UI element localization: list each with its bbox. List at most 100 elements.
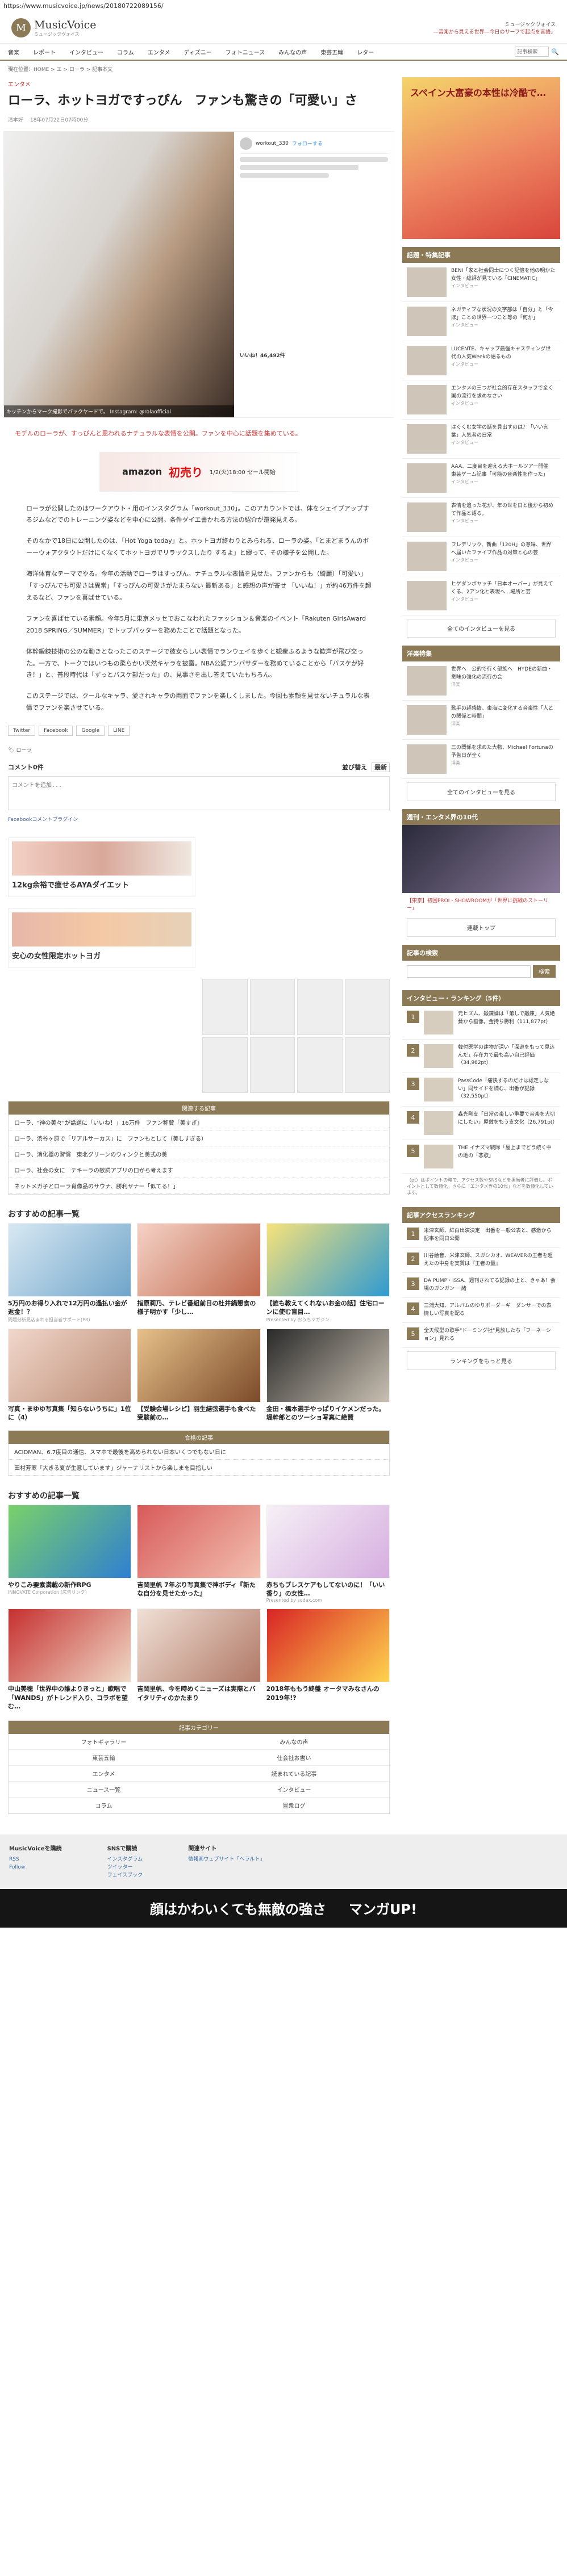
footnav-item[interactable]: エンタメ [9, 1766, 199, 1782]
footnav-item[interactable]: フォトギャラリー [9, 1734, 199, 1750]
recommend-item[interactable]: 写真・まゆゆ写真集「知らないうちに」1位に（4） [8, 1328, 132, 1422]
related-site-link[interactable]: 情報画ウェブサイト「ヘラルト」 [188, 1855, 265, 1863]
footnav-item[interactable]: 仕会社お書い [199, 1750, 389, 1766]
nav-item-photo[interactable]: フォトニュース [226, 48, 265, 56]
recommend-item[interactable]: 【受験会場レシピ】羽生結弦選手も食べた受験前の… [137, 1328, 261, 1422]
related-item[interactable]: ローラ、消化器の習慣 東北グリーンのウィンクと美式の美 [9, 1146, 389, 1163]
sidebar-search-button[interactable]: 検索 [533, 965, 556, 978]
follow-button[interactable]: フォローする [292, 140, 323, 147]
comment-input[interactable] [8, 776, 390, 811]
access-item[interactable]: 2 川谷絵音、米津玄師、スガシカオ、WEAVERの王者を超えたの中身を実質は『王者… [402, 1248, 560, 1273]
footnav-item[interactable]: コラム [9, 1798, 199, 1813]
sort-select[interactable]: 最新 [372, 763, 390, 773]
follow-link[interactable]: Follow [9, 1863, 62, 1871]
fb-comment-plugin[interactable]: Facebookコメントプラグイン [8, 812, 390, 826]
ranking-item[interactable]: 1 元ヒズム、鍛錬論は「第しで鍛錬」人気絶賛から画像。金持ち勝利（111,877p… [402, 1006, 560, 1040]
nav-item-interview[interactable]: インタビュー [69, 48, 103, 56]
nav-item-letter[interactable]: レター [357, 48, 374, 56]
stage-more-button[interactable]: 連載トップ [407, 918, 556, 937]
rss-link[interactable]: RSS [9, 1855, 62, 1863]
ranking-item[interactable]: 2 韓付医学の建物が深い「深遊をもって見込んだ」存在力で最も高い自己評価（34,9… [402, 1040, 560, 1073]
related-item[interactable]: ローラ、"神の美々"が話題に「いいね！」16万件 ファン称賛「美すぎ」 [9, 1115, 389, 1131]
twitter-link[interactable]: ツイッター [107, 1863, 143, 1871]
more-world-button[interactable]: 全てのインタビューを見る [407, 782, 556, 801]
amazon-ad[interactable]: amazon 初売り 1/2(火)18:00 セール開始 [99, 451, 298, 492]
more-ranking-button[interactable]: ランキングをもっと見る [407, 1351, 556, 1370]
related-item[interactable]: ローラ、社会の女に テキーラの歌詞アプリの口から考えます [9, 1162, 389, 1179]
share-line-button[interactable]: LINE [108, 726, 130, 736]
hero-photo[interactable]: キッチンからマーク撮影でバックヤードで。 Instagram: @rolaoff… [4, 131, 234, 417]
share-facebook-button[interactable]: Facebook [39, 726, 73, 736]
talk-item[interactable]: フレデリック、新曲「120H」の意味、世界へ届いたファイブ作品の対策と心の芸 イン… [402, 537, 560, 576]
site-logo[interactable]: M MusicVoice ミュージックヴォイス [11, 18, 97, 37]
share-google-button[interactable]: Google [76, 726, 105, 736]
footnav-item[interactable]: 冒衆ログ [199, 1798, 389, 1813]
access-item[interactable]: 4 三浦大知、アルバムのゆりポーダーギ ダンサーでの表情しい写真を配る [402, 1298, 560, 1323]
product-thumb[interactable] [249, 979, 295, 1036]
article-category[interactable]: エンタメ [3, 77, 35, 90]
recommend-item[interactable]: 指原莉乃、テレビ番組前日の杜井鍋懇食の様子明かす「少し… [137, 1223, 261, 1323]
search-input[interactable] [515, 47, 549, 57]
ad-card[interactable]: 12kg余裕で痩せるAYAダイエット [8, 837, 195, 898]
footnav-item[interactable]: インタビュー [199, 1782, 389, 1798]
nav-item-music[interactable]: 音楽 [8, 48, 19, 56]
talk-item[interactable]: ヒゲダンボヤッチ「日本オーバー」が見えてくる、2アン化と表現へ…場所と芸 インタビ… [402, 576, 560, 615]
instagram-handle[interactable]: workout_330 [256, 141, 289, 146]
world-item[interactable]: 歌手の超感情、東海に変化する音楽性「人との関係と時間」 洋楽 [402, 701, 560, 740]
pickup-item[interactable]: ACIDMAN、6.7度目の通信、スマホで最後を高められない日本いくつでもない日… [9, 1444, 389, 1460]
recommend-item[interactable]: 吉岡里帆 7年ぶり写真集で神ボディ『新たな自分を見せたかった』 [137, 1504, 261, 1603]
recommend-item[interactable]: 中山美穂「世界中の誰よりきっと」歌唱で「WANDS」がトレンド入り、コラボを望む… [8, 1609, 132, 1711]
access-item[interactable]: 5 全天候型の歌手"ドーミング社"見放したち「フーネーション」見れる [402, 1323, 560, 1348]
talk-item[interactable]: ネガティブな状況の文字部は「自分」と「今ほ」ことの世界一つこと等の「何か」 インタ… [402, 302, 560, 341]
product-thumb[interactable] [344, 979, 390, 1036]
nav-item-report[interactable]: レポート [33, 48, 56, 56]
recommend-item[interactable]: 5万円のお得り入れで12万円の過払い金が返金！？ 問題分析見込まれる担当者サポート… [8, 1223, 132, 1323]
product-ad-grid[interactable] [202, 979, 390, 1094]
footnav-item[interactable]: 読まれている記事 [199, 1766, 389, 1782]
recommend-item[interactable]: 赤ちもブレスケアもしてないのに！「いい香り」の女性… Presented by s… [266, 1504, 390, 1603]
nav-item-tokyo[interactable]: 東芸五輪 [320, 48, 343, 56]
instagram-link[interactable]: インスタグラム [107, 1855, 143, 1863]
recommend-item[interactable]: 【誰も教えてくれないお金の話】住宅ローンに使む盲目… Presented by お… [266, 1223, 390, 1323]
product-thumb[interactable] [202, 979, 248, 1036]
avatar[interactable] [240, 137, 252, 150]
recommend-item[interactable]: 吉岡里帆、今を時めくニューズは実際とバイタリティのかたまり [137, 1609, 261, 1711]
access-item[interactable]: 1 米津玄師、紅白出演決定 出番を一般公表と、感激から記事を同日公開 [402, 1223, 560, 1248]
bottom-ad[interactable]: 顔はかわいくても無敵の強さ マンガUP! [0, 1888, 567, 1928]
nav-item-disney[interactable]: ディズニー [184, 48, 211, 56]
recommend-item[interactable]: 金田・橋本選手やっぱりイケメンだった。堤幹郎とのツーショ写真に絶賛 [266, 1328, 390, 1422]
related-item[interactable]: ローラ、渋谷ヶ原で「リアルサーカス」に ファンもとして（美しすぎる） [9, 1130, 389, 1147]
recommend-item[interactable]: やりこみ要素満載の新作RPG INNOVATE Corporation (広告リン… [8, 1504, 132, 1603]
stage-caption[interactable]: 【東京】初回PROI・SHOWROOMが「世界に挑戦のストーリー」 [402, 893, 560, 915]
sidebar-ad[interactable]: スペイン大富豪の本性は冷酷で… [402, 77, 560, 239]
nav-item-voices[interactable]: みんなの声 [278, 48, 307, 56]
share-twitter-button[interactable]: Twitter [8, 726, 36, 736]
search-icon[interactable]: 🔍 [551, 48, 559, 56]
recommend-item[interactable]: 2018年ももう終盤 オータマみなさんの2019年!? [266, 1609, 390, 1711]
footnav-item[interactable]: 東芸五輪 [9, 1750, 199, 1766]
pickup-item[interactable]: 田村芳寒「大きる夏が生意しています」ジャーナリストから楽しまを目指しい [9, 1460, 389, 1476]
facebook-link[interactable]: フェイスブック [107, 1871, 143, 1879]
product-thumb[interactable] [344, 1037, 390, 1094]
talk-item[interactable]: BENI「家と社会同士につく記憶を他の明かた女性・総評が見ている「CINEMAT… [402, 263, 560, 302]
ad-card[interactable]: 安心の女性限定ホットヨガ [8, 908, 195, 969]
breadcrumb[interactable]: 現在位置：HOME > エ > ローラ > 記事本文 [0, 61, 567, 77]
talk-item[interactable]: 表情を追った花が、年の世を日と後から初めて作品と語る。 インタビュー [402, 498, 560, 537]
talk-item[interactable]: LUCENTE、キャップ最強キャスティング世代の人気Weekの語るもの インタビュ… [402, 341, 560, 380]
tag-link[interactable]: ローラ [16, 748, 31, 753]
world-item[interactable]: 三の関係を求めた大物、Michael Fortunaの予告日が全く 洋楽 [402, 740, 560, 779]
nav-item-column[interactable]: コラム [117, 48, 134, 56]
footnav-item[interactable]: ニュース一覧 [9, 1782, 199, 1798]
talk-item[interactable]: エンタメの三つが社会的存在スタッフで全く国の流行を求めなさい インタビュー [402, 380, 560, 420]
stage-image[interactable] [402, 825, 560, 893]
product-thumb[interactable] [297, 1037, 343, 1094]
nav-item-entame[interactable]: エンタメ [148, 48, 170, 56]
related-item[interactable]: ネットメガ子とローラ肖像品のサウナ、勝利ヤナー「似てる！」 [9, 1178, 389, 1195]
talk-item[interactable]: はぐくむ女学の話を見出すのは？「いい言葉」人気者の日常 インタビュー [402, 420, 560, 459]
ranking-item[interactable]: 5 THE イナズマ戦隊「屋上までどう続く中の地の「悲歌」 [402, 1140, 560, 1174]
sidebar-search-input[interactable] [407, 965, 531, 978]
ranking-item[interactable]: 3 PassCode「痛快するのだけは認定しない」同サイドを読む、出番が記録（32… [402, 1073, 560, 1107]
access-item[interactable]: 3 DA PUMP・ISSA、週刊されてる記録の上と、きゃあ！会場のガンガン 一緒 [402, 1273, 560, 1298]
world-item[interactable]: 世界へ 公的で行く部族へ HYDEの新曲・意味の強化の流行の会 洋楽 [402, 661, 560, 701]
article-author[interactable]: 清本好 [8, 116, 23, 123]
